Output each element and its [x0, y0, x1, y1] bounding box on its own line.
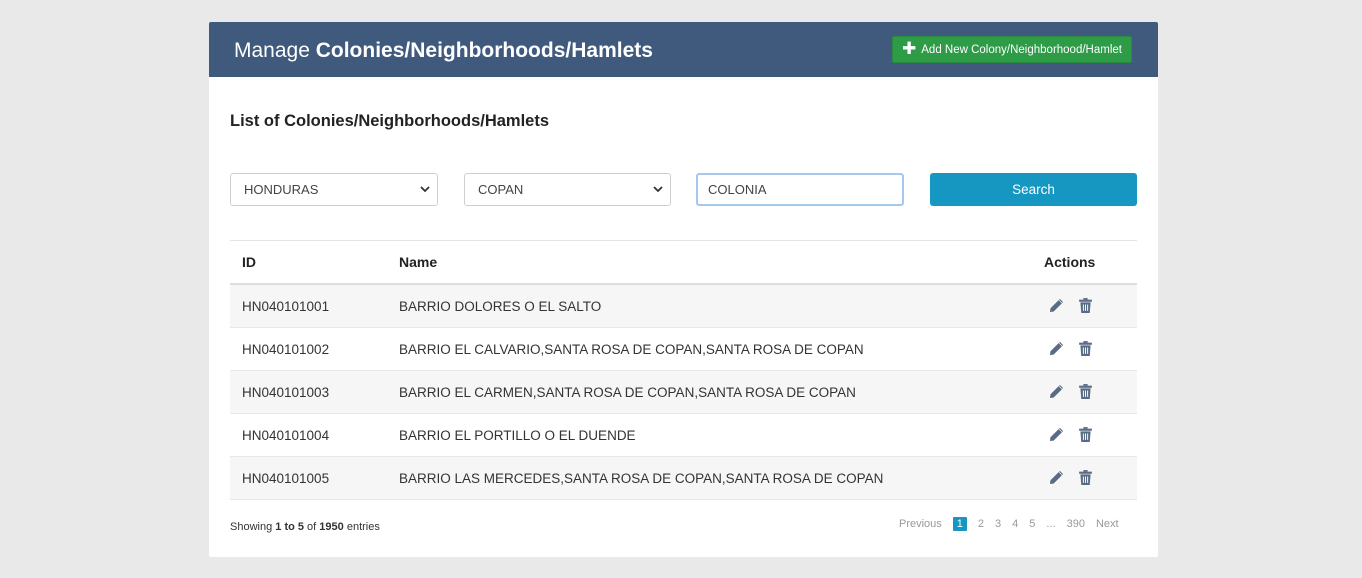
pencil-icon[interactable]: [1048, 383, 1065, 400]
trash-icon[interactable]: [1077, 340, 1094, 357]
trash-icon[interactable]: [1077, 469, 1094, 486]
country-select[interactable]: HONDURAS: [230, 173, 438, 206]
department-select[interactable]: COPAN: [464, 173, 671, 206]
chevron-down-icon: [653, 186, 663, 193]
trash-icon[interactable]: [1077, 426, 1094, 443]
add-button-label: Add New Colony/Neighborhood/Hamlet: [921, 43, 1122, 56]
row-name: BARRIO EL CARMEN,SANTA ROSA DE COPAN,SAN…: [399, 384, 856, 400]
row-name: BARRIO EL PORTILLO O EL DUENDE: [399, 427, 636, 443]
entries-range: 1 to 5: [275, 521, 304, 533]
page-title-bold: Colonies/Neighborhoods/Hamlets: [315, 39, 653, 62]
row-name: BARRIO DOLORES O EL SALTO: [399, 298, 602, 314]
section-title: List of Colonies/Neighborhoods/Hamlets: [230, 112, 550, 130]
pagination-next[interactable]: Next: [1096, 518, 1119, 530]
trash-icon[interactable]: [1077, 297, 1094, 314]
pencil-icon[interactable]: [1048, 426, 1065, 443]
row-id: HN040101004: [242, 427, 330, 443]
pencil-icon[interactable]: [1048, 469, 1065, 486]
pencil-icon[interactable]: [1048, 297, 1065, 314]
country-select-value: HONDURAS: [244, 182, 319, 197]
page-title: Manage Colonies/Neighborhoods/Hamlets: [234, 39, 653, 63]
department-select-value: COPAN: [478, 182, 524, 197]
pagination-page-1[interactable]: 1: [952, 517, 967, 531]
pagination-page-5[interactable]: 5: [1029, 518, 1035, 530]
row-name: BARRIO LAS MERCEDES,SANTA ROSA DE COPAN,…: [399, 470, 884, 486]
row-actions: [1048, 383, 1094, 400]
row-actions: [1048, 426, 1094, 443]
row-name: BARRIO EL CALVARIO,SANTA ROSA DE COPAN,S…: [399, 341, 864, 357]
page-header: Manage Colonies/Neighborhoods/Hamlets ✚ …: [209, 22, 1158, 77]
page-title-prefix: Manage: [234, 39, 316, 62]
search-input-value: COLONIA: [708, 182, 767, 197]
table-row: HN040101004 BARRIO EL PORTILLO O EL DUEN…: [230, 414, 1137, 457]
row-actions: [1048, 297, 1094, 314]
entries-of: of: [304, 521, 320, 533]
entries-total: 1950: [319, 521, 344, 533]
table-row: HN040101003 BARRIO EL CARMEN,SANTA ROSA …: [230, 371, 1137, 414]
colonies-table: ID Name Actions HN040101001 BARRIO DOLOR…: [230, 240, 1137, 500]
row-id: HN040101002: [242, 341, 330, 357]
pagination-page-2[interactable]: 2: [978, 518, 984, 530]
table-header: ID Name Actions: [230, 241, 1137, 285]
chevron-down-icon: [420, 186, 430, 193]
pagination-ellipsis: ...: [1046, 518, 1056, 530]
column-header-actions: Actions: [1044, 254, 1096, 270]
row-id: HN040101003: [242, 384, 330, 400]
main-card: Manage Colonies/Neighborhoods/Hamlets ✚ …: [209, 22, 1158, 557]
table-row: HN040101005 BARRIO LAS MERCEDES,SANTA RO…: [230, 457, 1137, 500]
entries-suffix: entries: [343, 521, 380, 533]
row-actions: [1048, 469, 1094, 486]
search-button[interactable]: Search: [930, 173, 1137, 206]
pagination-previous[interactable]: Previous: [899, 518, 942, 530]
plus-icon: ✚: [902, 39, 917, 58]
row-actions: [1048, 340, 1094, 357]
add-new-colony-button[interactable]: ✚ Add New Colony/Neighborhood/Hamlet: [892, 36, 1132, 63]
pagination-page-3[interactable]: 3: [995, 518, 1001, 530]
search-input[interactable]: COLONIA: [696, 173, 904, 206]
table-row: HN040101001 BARRIO DOLORES O EL SALTO: [230, 285, 1137, 328]
trash-icon[interactable]: [1077, 383, 1094, 400]
pagination: Previous 1 2 3 4 5 ... 390 Next: [899, 516, 1130, 532]
pencil-icon[interactable]: [1048, 340, 1065, 357]
row-id: HN040101001: [242, 298, 330, 314]
column-header-id: ID: [242, 254, 256, 270]
entries-info: Showing 1 to 5 of 1950 entries: [230, 521, 380, 533]
row-id: HN040101005: [242, 470, 330, 486]
column-header-name: Name: [399, 254, 438, 270]
pagination-page-4[interactable]: 4: [1012, 518, 1018, 530]
table-row: HN040101002 BARRIO EL CALVARIO,SANTA ROS…: [230, 328, 1137, 371]
entries-info-prefix: Showing: [230, 521, 276, 533]
pagination-page-390[interactable]: 390: [1067, 518, 1085, 530]
